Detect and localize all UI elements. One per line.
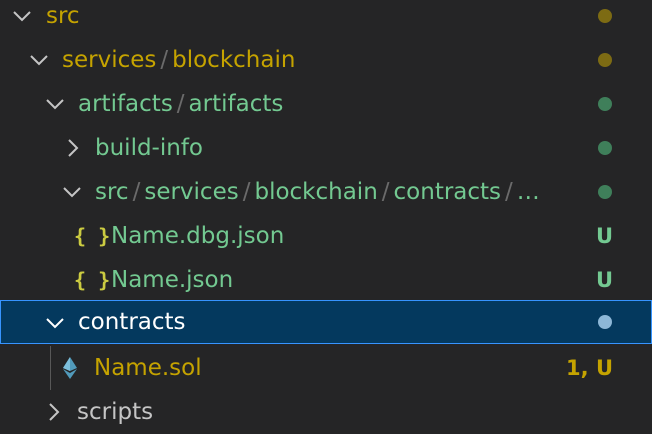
path-segment: blockchain <box>172 47 296 73</box>
folder-label: src <box>46 3 80 29</box>
chevron-down-icon[interactable] <box>45 92 65 116</box>
folder-label: artifacts / artifacts <box>78 82 283 126</box>
chevron-down-icon[interactable] <box>62 180 82 204</box>
json-file-icon: { } <box>74 268 111 292</box>
path-segment: contracts <box>393 179 502 205</box>
path-separator: / <box>132 179 141 205</box>
tree-item-name-json[interactable]: { } Name.json U <box>0 258 652 302</box>
status-dot <box>598 315 612 329</box>
path-separator: / <box>160 47 169 73</box>
file-label: Name.dbg.json <box>111 223 285 249</box>
path-separator: / <box>242 179 251 205</box>
untracked-dot <box>598 185 612 199</box>
folder-label: build-info <box>95 135 203 161</box>
modified-dot <box>598 9 612 23</box>
path-ellipsis: … <box>516 179 540 205</box>
git-status-badge: U <box>595 268 613 292</box>
path-separator: / <box>381 179 390 205</box>
tree-item-services-blockchain[interactable]: services / blockchain <box>0 38 652 82</box>
path-separator: / <box>505 179 513 205</box>
path-segment: blockchain <box>254 179 378 205</box>
tree-item-scripts[interactable]: scripts <box>0 390 652 434</box>
path-segment: services <box>62 47 157 73</box>
tree-item-src[interactable]: src <box>0 0 652 38</box>
chevron-right-icon[interactable] <box>44 400 64 424</box>
path-segment: services <box>144 179 239 205</box>
path-separator: / <box>176 91 185 117</box>
folder-label: services / blockchain <box>62 38 295 82</box>
git-status-badge: U <box>595 224 613 248</box>
file-label: Name.sol <box>94 355 202 381</box>
folder-label: contracts <box>78 309 186 335</box>
file-label: Name.json <box>111 267 234 293</box>
problems-git-badge: 1, U <box>566 356 613 380</box>
modified-dot <box>598 53 612 67</box>
path-segment: src <box>95 179 129 205</box>
path-segment: artifacts <box>78 91 173 117</box>
folder-label: src / services / blockchain / contracts /… <box>95 170 540 214</box>
ethereum-icon <box>61 356 79 380</box>
chevron-down-icon[interactable] <box>29 48 49 72</box>
tree-item-contracts-path[interactable]: src / services / blockchain / contracts /… <box>0 170 652 214</box>
folder-label: scripts <box>77 399 154 425</box>
tree-item-name-sol[interactable]: Name.sol 1, U <box>0 346 652 390</box>
json-file-icon: { } <box>74 224 111 248</box>
file-explorer-tree: src services / blockchain artifacts / artifa… <box>0 0 652 425</box>
tree-item-name-dbg-json[interactable]: { } Name.dbg.json U <box>0 214 652 258</box>
chevron-right-icon[interactable] <box>63 136 83 160</box>
path-segment: artifacts <box>188 91 284 117</box>
chevron-down-icon[interactable] <box>45 311 65 335</box>
tree-item-build-info[interactable]: build-info <box>0 126 652 170</box>
tree-item-contracts[interactable]: contracts <box>0 300 652 344</box>
untracked-dot <box>598 97 612 111</box>
chevron-down-icon[interactable] <box>12 4 32 28</box>
untracked-dot <box>598 141 612 155</box>
tree-item-artifacts[interactable]: artifacts / artifacts <box>0 82 652 126</box>
